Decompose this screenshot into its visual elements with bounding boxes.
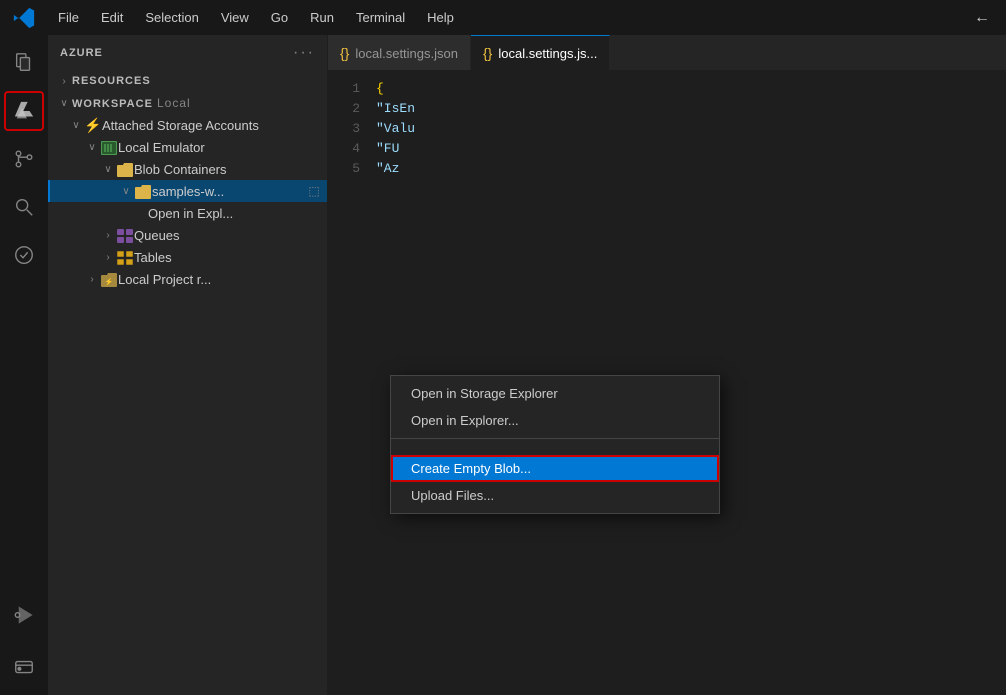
queues-icon <box>116 227 134 243</box>
tables-label: Tables <box>134 250 327 265</box>
context-menu: Open in Storage Explorer Open in Explore… <box>390 375 720 514</box>
code-line-3: 3 "Valu <box>328 118 1006 138</box>
plug-icon: ⚡ <box>84 117 102 134</box>
menu-bar: File Edit Selection View Go Run Terminal… <box>48 6 958 29</box>
azure-icon[interactable] <box>4 91 44 131</box>
folder-icon <box>134 183 152 199</box>
line-number-4: 4 <box>328 141 376 156</box>
chevron-icon: ∨ <box>118 186 134 197</box>
code-line-2: 2 "IsEn <box>328 98 1006 118</box>
sidebar-title: AZURE <box>60 47 103 59</box>
chevron-icon: ∨ <box>68 120 84 131</box>
search-icon[interactable] <box>4 187 44 227</box>
chevron-icon: › <box>100 230 116 241</box>
sidebar: AZURE ··· › RESOURCES ∨ WORKSPACE Local … <box>48 35 328 695</box>
menu-edit[interactable]: Edit <box>91 6 133 29</box>
code-key-2: "IsEn <box>376 101 415 116</box>
code-key-3: "Valu <box>376 121 415 136</box>
code-line-4: 4 "FU <box>328 138 1006 158</box>
sidebar-header: AZURE ··· <box>48 35 327 70</box>
sidebar-item-tables[interactable]: › Tables <box>48 246 327 268</box>
run-debug-icon[interactable] <box>4 595 44 635</box>
chevron-icon: ∨ <box>100 164 116 175</box>
context-upload-folder[interactable]: Upload Files... <box>391 482 719 509</box>
line-number-2: 2 <box>328 101 376 116</box>
local-project-icon: ⚡ <box>100 271 118 287</box>
tab-label-2: local.settings.js... <box>498 46 597 61</box>
context-open-explorer[interactable]: Open in Explorer... <box>391 407 719 434</box>
sidebar-item-workspace[interactable]: ∨ WORKSPACE Local <box>48 92 327 114</box>
line-number-5: 5 <box>328 161 376 176</box>
menu-run[interactable]: Run <box>300 6 344 29</box>
tab-local-settings-1[interactable]: {} local.settings.json <box>328 35 471 70</box>
workspace-local-label: Local <box>157 96 191 110</box>
chevron-icon: › <box>100 252 116 263</box>
tab-bar: {} local.settings.json {} local.settings… <box>328 35 1006 70</box>
sidebar-item-local-project[interactable]: › ⚡ Local Project r... <box>48 268 327 290</box>
code-key-4: "FU <box>376 141 399 156</box>
code-line-1: 1 { <box>328 78 1006 98</box>
tab-local-settings-2[interactable]: {} local.settings.js... <box>471 35 610 70</box>
code-bracket-open: { <box>376 81 384 96</box>
svg-text:⚡: ⚡ <box>105 277 114 286</box>
titlebar: File Edit Selection View Go Run Terminal… <box>0 0 1006 35</box>
code-line-5: 5 "Az <box>328 158 1006 178</box>
sidebar-item-resources[interactable]: › RESOURCES <box>48 70 327 92</box>
local-emulator-label: Local Emulator <box>118 140 327 155</box>
emulator-icon <box>100 139 118 155</box>
context-create-empty-blob[interactable] <box>391 443 719 455</box>
line-number-1: 1 <box>328 81 376 96</box>
workspace-label: WORKSPACE Local <box>72 96 327 110</box>
line-number-3: 3 <box>328 121 376 136</box>
attached-storage-label: Attached Storage Accounts <box>102 118 327 133</box>
vscode-logo <box>0 7 48 29</box>
sidebar-item-attached-storage[interactable]: ∨ ⚡ Attached Storage Accounts <box>48 114 327 136</box>
context-upload-files[interactable]: Create Empty Blob... <box>391 455 719 482</box>
menu-go[interactable]: Go <box>261 6 298 29</box>
json-icon: {} <box>483 45 492 61</box>
context-separator <box>391 438 719 439</box>
back-button[interactable]: ← <box>958 9 1006 27</box>
queues-label: Queues <box>134 228 327 243</box>
source-control-icon[interactable] <box>4 139 44 179</box>
chevron-icon: ∨ <box>84 142 100 153</box>
menu-selection[interactable]: Selection <box>135 6 208 29</box>
editor-area: {} local.settings.json {} local.settings… <box>328 35 1006 695</box>
local-project-label: Local Project r... <box>118 272 327 287</box>
menu-view[interactable]: View <box>211 6 259 29</box>
menu-help[interactable]: Help <box>417 6 464 29</box>
sidebar-item-blob-containers[interactable]: ∨ Blob Containers <box>48 158 327 180</box>
main-layout: AZURE ··· › RESOURCES ∨ WORKSPACE Local … <box>0 35 1006 695</box>
menu-terminal[interactable]: Terminal <box>346 6 415 29</box>
files-icon[interactable] <box>4 43 44 83</box>
samples-label: samples-w... <box>152 184 305 199</box>
tables-icon <box>116 249 134 265</box>
sidebar-item-local-emulator[interactable]: ∨ Local Emulator <box>48 136 327 158</box>
menu-file[interactable]: File <box>48 6 89 29</box>
sidebar-item-open-explorer[interactable]: Open in Expl... <box>48 202 327 224</box>
tab-label-1: local.settings.json <box>355 46 458 61</box>
open-explorer-label: Open in Expl... <box>148 206 327 221</box>
chevron-icon: › <box>84 274 100 285</box>
chevron-icon: › <box>56 76 72 87</box>
remote-icon[interactable] <box>4 647 44 687</box>
sidebar-item-queues[interactable]: › Queues <box>48 224 327 246</box>
context-open-storage-explorer[interactable]: Open in Storage Explorer <box>391 380 719 407</box>
folder-icon <box>116 161 134 177</box>
testing-icon[interactable] <box>4 235 44 275</box>
action-icon[interactable]: ⬚ <box>305 184 323 198</box>
blob-containers-label: Blob Containers <box>134 162 327 177</box>
chevron-icon: ∨ <box>56 98 72 109</box>
sidebar-more-button[interactable]: ··· <box>293 44 315 62</box>
json-icon: {} <box>340 45 349 61</box>
sidebar-item-samples[interactable]: ∨ samples-w... ⬚ <box>48 180 327 202</box>
activity-bar <box>0 35 48 695</box>
code-key-5: "Az <box>376 161 399 176</box>
resources-label: RESOURCES <box>72 75 327 87</box>
